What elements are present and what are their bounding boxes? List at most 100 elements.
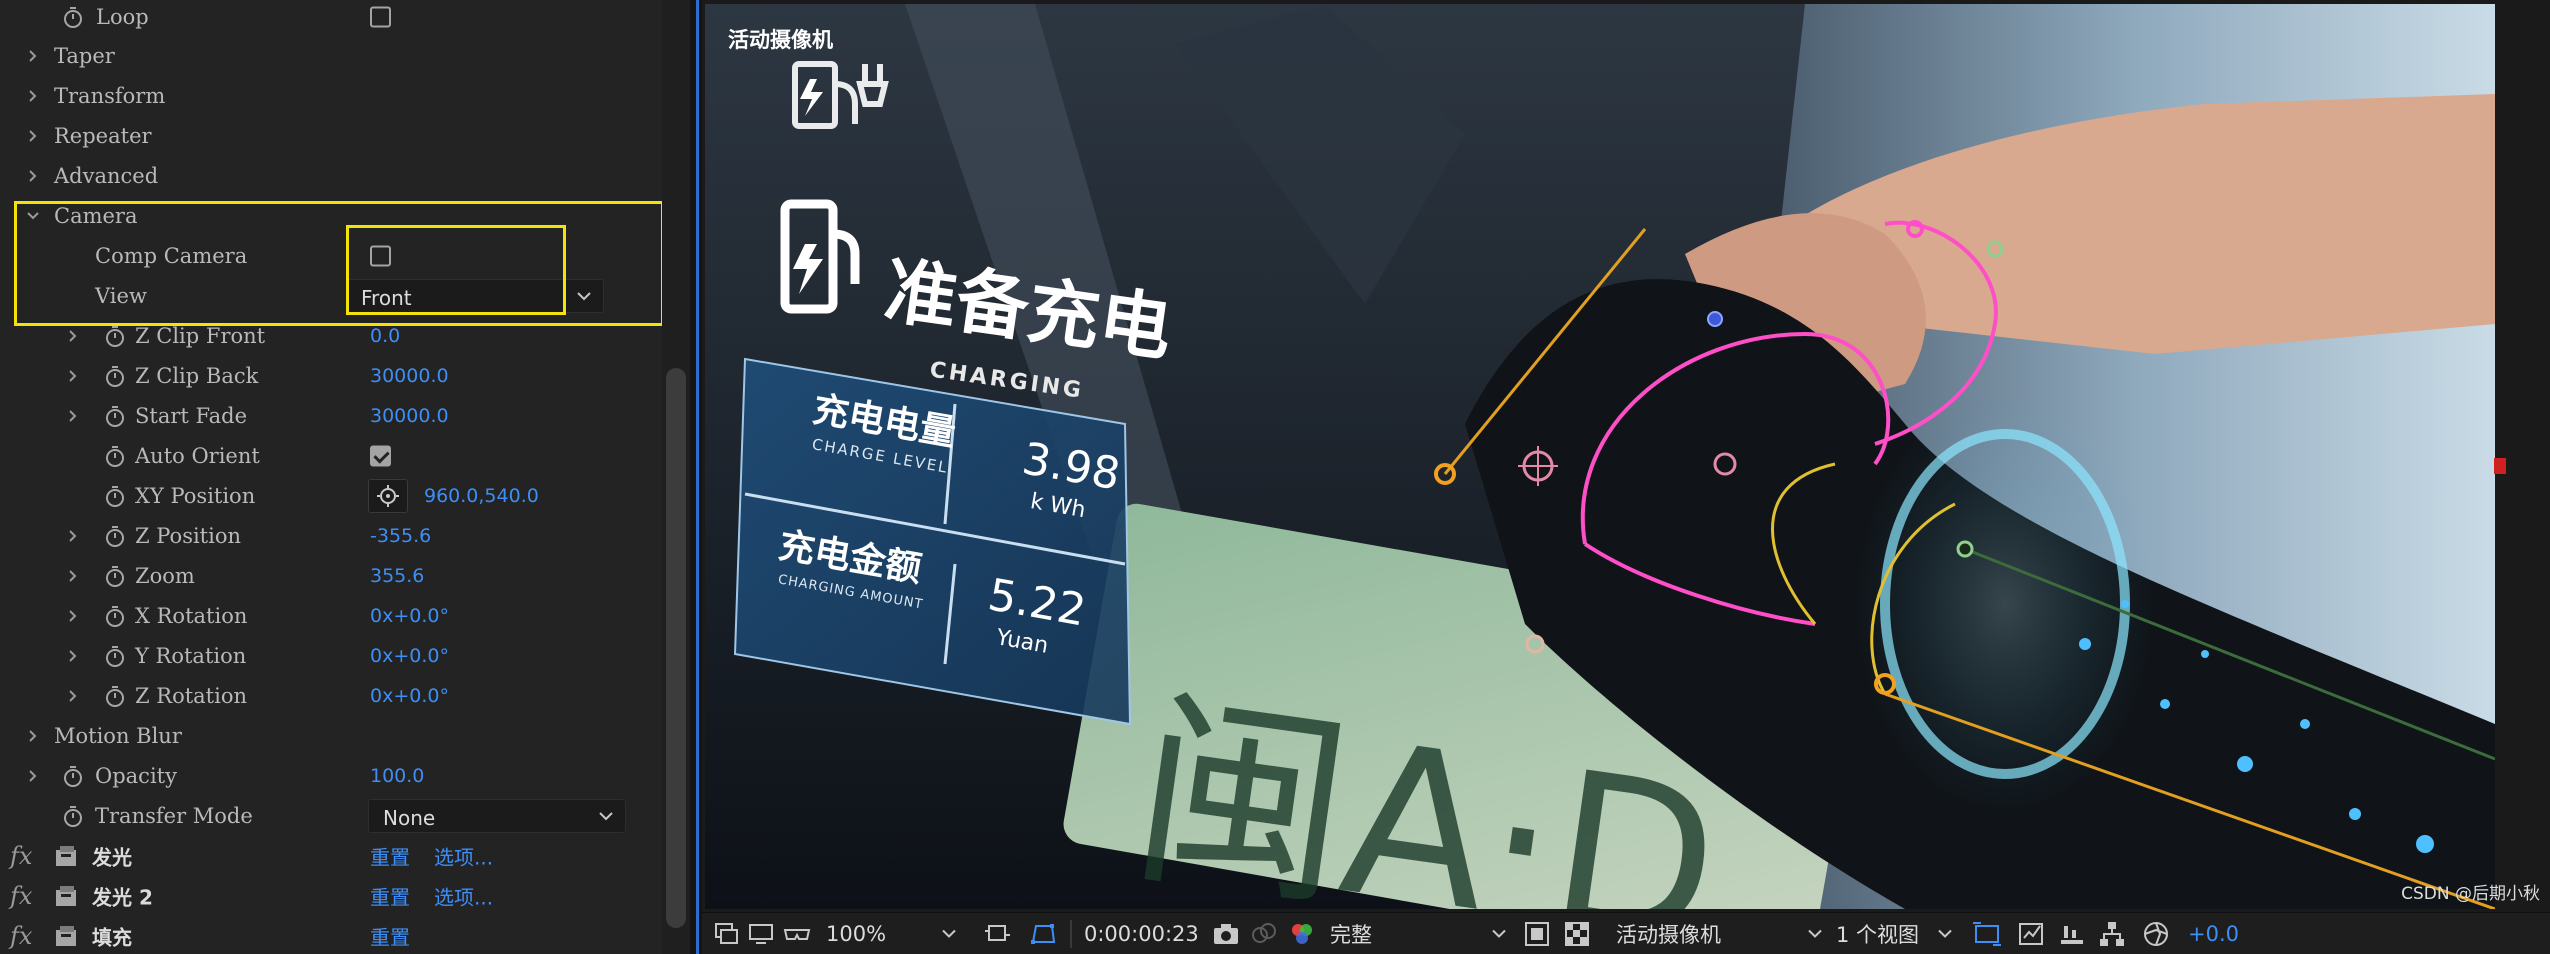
group-row-taper[interactable]: Taper [0,36,660,76]
chevron-right-icon[interactable] [24,167,42,185]
chevron-right-icon[interactable] [64,407,82,425]
fast-previews-icon[interactable] [1524,921,1550,947]
resolution-select[interactable]: 完整 [1330,919,1372,949]
zoom-level[interactable]: 100% [826,922,886,946]
view-layout-select[interactable]: 1 个视图 [1836,919,1919,949]
exposure-icon[interactable] [2142,920,2170,948]
property-label: Start Fade [135,404,248,428]
transparency-grid-icon[interactable] [1564,921,1590,947]
exposure-value[interactable]: +0.0 [2188,922,2239,946]
loop-checkbox[interactable] [370,6,391,28]
property-value[interactable]: 960.0,540.0 [424,485,539,507]
chevron-down-icon[interactable] [942,929,956,938]
composition-frame[interactable]: 闽A·D 准备充电 CHARGING 充电电量 CHARGE LEVEL 3.9… [705,4,2495,909]
panel-scrollbar-thumb[interactable] [666,368,686,928]
property-value[interactable]: 30000.0 [370,365,449,387]
property-value[interactable]: 100.0 [370,765,424,787]
transfer-mode-dropdown[interactable]: None [368,799,626,833]
group-row-motion-blur[interactable]: Motion Blur [0,716,660,756]
stopwatch-icon[interactable] [60,4,86,30]
timeline-icon[interactable] [2058,920,2086,948]
effect-controls-panel: Loop Taper Transform Repeater Advanced C… [0,0,690,954]
camera-view-select[interactable]: 活动摄像机 [1616,919,1721,949]
options-link[interactable]: 选项... [434,882,493,911]
stopwatch-icon[interactable] [102,683,128,709]
chevron-right-icon[interactable] [64,327,82,345]
crosshair-icon[interactable] [368,479,408,513]
chevron-right-icon[interactable] [64,687,82,705]
effect-row-glow-2[interactable]: fx 发光 2 重置 选项... [0,876,660,916]
property-value[interactable]: 0x+0.0° [370,605,449,627]
fx-toggle-icon[interactable]: fx [10,882,32,910]
stopwatch-icon[interactable] [102,403,128,429]
property-value[interactable]: 0.0 [370,325,400,347]
chevron-right-icon[interactable] [24,87,42,105]
chevron-right-icon[interactable] [24,127,42,145]
chevron-right-icon[interactable] [24,767,42,785]
flowchart-icon[interactable] [2098,920,2126,948]
effect-row-glow[interactable]: fx 发光 重置 选项... [0,836,660,876]
stopwatch-icon[interactable] [60,803,86,829]
group-row-advanced[interactable]: Advanced [0,156,660,196]
property-row-z-rotation: Z Rotation 0x+0.0° [0,676,660,716]
chevron-right-icon[interactable] [64,567,82,585]
fx-toggle-icon[interactable]: fx [10,842,32,870]
group-row-repeater[interactable]: Repeater [0,116,660,156]
property-label: Loop [96,5,149,29]
region-of-interest-icon[interactable] [984,921,1012,947]
chevron-right-icon[interactable] [64,647,82,665]
annotation-highlight-inner [346,225,566,315]
property-label: Zoom [135,564,195,588]
group-label: Transform [54,84,166,108]
color-channels-icon[interactable] [1288,920,1316,948]
chevron-down-icon[interactable] [1938,929,1952,938]
options-link[interactable]: 选项... [434,842,493,871]
composition-viewer[interactable]: 闽A·D 准备充电 CHARGING 充电电量 CHARGE LEVEL 3.9… [702,0,2550,912]
current-time[interactable]: 0:00:00:23 [1084,922,1199,946]
chevron-down-icon[interactable] [1808,929,1822,938]
toggle-pixel-aspect-icon[interactable] [1972,920,2002,948]
reset-link[interactable]: 重置 [370,882,410,911]
property-label: X Rotation [135,604,248,628]
stopwatch-icon[interactable] [102,603,128,629]
group-row-transform[interactable]: Transform [0,76,660,116]
auto-orient-checkbox[interactable] [370,445,391,467]
stopwatch-icon[interactable] [60,763,86,789]
snapshot-preview-icon[interactable] [714,922,740,946]
vr-glasses-icon[interactable] [782,922,812,946]
mask-path-visibility-icon[interactable] [1028,920,1058,948]
property-value[interactable]: 30000.0 [370,405,449,427]
property-row-y-rotation: Y Rotation 0x+0.0° [0,636,660,676]
camera-snapshot-icon[interactable] [1212,922,1240,946]
fast-draft-icon[interactable] [2018,920,2046,948]
stopwatch-icon[interactable] [102,443,128,469]
stopwatch-icon[interactable] [102,643,128,669]
chevron-right-icon[interactable] [64,527,82,545]
property-label: Y Rotation [135,644,247,668]
property-value[interactable]: -355.6 [370,525,431,547]
reset-link[interactable]: 重置 [370,922,410,951]
show-snapshot-icon[interactable] [1250,921,1278,947]
fx-toggle-icon[interactable]: fx [10,922,32,950]
active-camera-label: 活动摄像机 [728,28,833,52]
chevron-down-icon [599,812,613,821]
monitor-icon[interactable] [748,922,774,946]
effect-row-fill[interactable]: fx 填充 重置 [0,916,660,954]
chevron-right-icon[interactable] [64,367,82,385]
stopwatch-icon[interactable] [102,483,128,509]
property-row-xy-position: XY Position 960.0,540.0 [0,476,660,516]
chevron-down-icon[interactable] [1492,929,1506,938]
property-label: Z Clip Front [135,324,266,348]
chevron-right-icon[interactable] [64,607,82,625]
chevron-right-icon[interactable] [24,47,42,65]
stopwatch-icon[interactable] [102,563,128,589]
property-value[interactable]: 355.6 [370,565,424,587]
reset-link[interactable]: 重置 [370,842,410,871]
stopwatch-icon[interactable] [102,523,128,549]
chevron-right-icon[interactable] [24,727,42,745]
property-value[interactable]: 0x+0.0° [370,685,449,707]
stopwatch-icon[interactable] [102,323,128,349]
property-value[interactable]: 0x+0.0° [370,645,449,667]
property-row-z-position: Z Position -355.6 [0,516,660,556]
stopwatch-icon[interactable] [102,363,128,389]
